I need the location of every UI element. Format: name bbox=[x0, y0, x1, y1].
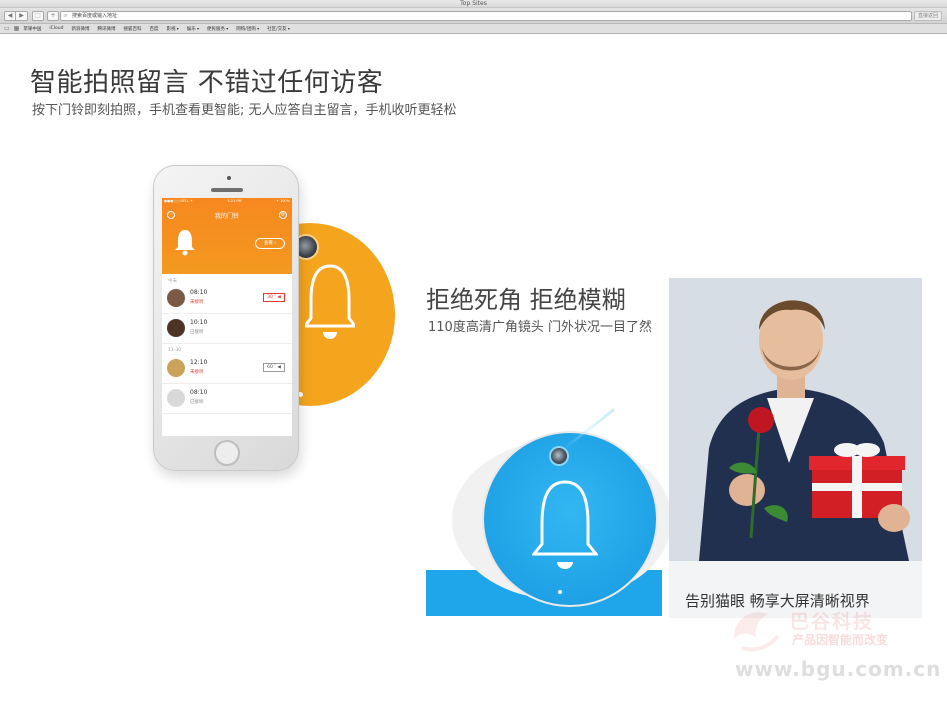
indicator-dot bbox=[558, 590, 562, 594]
bell-icon bbox=[532, 480, 598, 569]
grid-icon[interactable]: ▦ bbox=[14, 25, 20, 32]
record-time: 10:10 bbox=[190, 319, 208, 326]
bookmark-item[interactable]: 新浪微博 bbox=[71, 26, 89, 32]
bookmark-item[interactable]: 百度 bbox=[149, 26, 158, 32]
home-button bbox=[214, 440, 240, 466]
address-bar[interactable]: ⌕ bbox=[60, 11, 912, 21]
forward-button[interactable]: ▶ bbox=[16, 11, 28, 21]
voice-message-duration[interactable]: 30 ″ ◀ bbox=[263, 293, 285, 302]
visitor-avatar bbox=[167, 319, 185, 337]
battery-label: ✦ 100% bbox=[275, 199, 290, 203]
voice-message-duration[interactable]: 60 ″ ◀ bbox=[263, 363, 285, 372]
phone-screen: ●●●○○ BELL ✦ 4:21 PM ✦ 100% ‹ 我的门铃 ⚙ 查看 … bbox=[162, 198, 292, 436]
bell-icon bbox=[305, 264, 355, 339]
app-header: ●●●○○ BELL ✦ 4:21 PM ✦ 100% ‹ 我的门铃 ⚙ 查看 … bbox=[162, 198, 292, 274]
feature-subtitle: 110度高清广角镜头 门外状况一目了然 bbox=[428, 320, 652, 335]
return-button[interactable]: 直接返回 bbox=[914, 11, 942, 21]
record-row[interactable]: 10:10 已接听 bbox=[162, 314, 292, 344]
bookmark-item[interactable]: iCloud bbox=[49, 26, 63, 31]
bookmark-item[interactable]: 搜狐百科 bbox=[123, 26, 141, 32]
bookmark-folder[interactable]: 网购/团购 bbox=[236, 26, 259, 32]
record-status: 已接听 bbox=[190, 330, 204, 335]
hero-subtitle: 按下门铃即刻拍照，手机查看更智能; 无人应答自主留言，手机收听更轻松 bbox=[32, 103, 457, 118]
record-time: 08:10 bbox=[190, 389, 208, 396]
share-button[interactable]: ⬚ bbox=[32, 11, 44, 21]
bookmark-folder[interactable]: 娱乐 bbox=[187, 26, 199, 32]
record-row[interactable]: 08:10 已接听 bbox=[162, 384, 292, 414]
search-icon: ⌕ bbox=[64, 12, 68, 19]
app-screen-title: 我的门铃 bbox=[214, 213, 239, 220]
bookmark-folder[interactable]: 影视 bbox=[166, 26, 178, 32]
carrier-label: ●●●○○ BELL ✦ bbox=[164, 199, 193, 203]
nav-buttons: ◀ ▶ bbox=[4, 11, 28, 21]
visitor-avatar bbox=[167, 359, 185, 377]
book-icon[interactable]: ▭ bbox=[4, 25, 10, 32]
view-button[interactable]: 查看 › bbox=[255, 238, 285, 249]
camera-lens bbox=[549, 446, 569, 466]
day-label: 11-30 bbox=[168, 348, 182, 353]
record-status: 未接听 bbox=[190, 300, 204, 305]
clock-label: 4:21 PM bbox=[227, 199, 242, 203]
watermark-url: www.bgu.com.cn bbox=[735, 657, 942, 681]
record-time: 08:10 bbox=[190, 289, 208, 296]
bookmark-item[interactable]: 苹果中国 bbox=[23, 26, 41, 32]
phone-mockup: ●●●○○ BELL ✦ 4:21 PM ✦ 100% ‹ 我的门铃 ⚙ 查看 … bbox=[153, 165, 299, 471]
browser-toolbar: ◀ ▶ ⬚ + ⌕ 直接返回 bbox=[0, 8, 947, 24]
bookmark-item[interactable]: 腾讯微博 bbox=[97, 26, 115, 32]
bookmark-folder[interactable]: 社区/交友 bbox=[267, 26, 290, 32]
status-bar: ●●●○○ BELL ✦ 4:21 PM ✦ 100% bbox=[164, 199, 290, 205]
phone-camera bbox=[227, 176, 231, 180]
record-time: 12:10 bbox=[190, 359, 208, 366]
bell-icon bbox=[175, 230, 195, 256]
settings-icon[interactable]: ⚙ bbox=[279, 211, 287, 219]
record-status: 已接听 bbox=[190, 400, 204, 405]
app-nav: ‹ 我的门铃 ⚙ bbox=[162, 209, 292, 221]
address-input[interactable] bbox=[72, 12, 772, 20]
bookmarks-bar: ▭ ▦ 苹果中国 iCloud 新浪微博 腾讯微博 搜狐百科 百度 影视 娱乐 … bbox=[0, 24, 947, 34]
visitor-avatar bbox=[167, 289, 185, 307]
visitor-avatar bbox=[167, 389, 185, 407]
record-row[interactable]: 12:10 未接听 60 ″ ◀ bbox=[162, 354, 292, 384]
feature-title: 拒绝死角 拒绝模糊 bbox=[426, 286, 626, 314]
add-button[interactable]: + bbox=[47, 11, 59, 21]
record-row[interactable]: 08:10 未接听 30 ″ ◀ bbox=[162, 284, 292, 314]
window-title: Top Sites bbox=[460, 0, 487, 7]
photo-card: 告别猫眼 畅享大屏清晰视界 bbox=[669, 278, 922, 618]
watermark-logo-icon bbox=[734, 612, 780, 652]
watermark-tagline: 产品因智能而改变 bbox=[792, 633, 889, 647]
back-button[interactable]: ◀ bbox=[4, 11, 16, 21]
watermark-logo: 巴谷科技 bbox=[790, 611, 875, 633]
phone-speaker bbox=[211, 188, 243, 192]
bookmark-folder[interactable]: 便民服务 bbox=[207, 26, 228, 32]
window-titlebar: Top Sites bbox=[0, 0, 947, 8]
hero-title: 智能拍照留言 不错过任何访客 bbox=[30, 68, 384, 98]
record-status: 未接听 bbox=[190, 370, 204, 375]
man-with-rose-photo bbox=[669, 278, 922, 561]
